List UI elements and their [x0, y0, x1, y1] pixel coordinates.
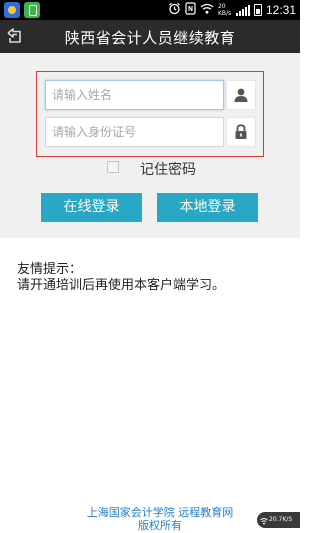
remember-password-label: 记住密码 — [140, 162, 196, 178]
system-icons: 20 KB/s 12:31 — [168, 0, 296, 20]
data-speed-text: 20 KB/s — [217, 3, 232, 17]
clock: 12:31 — [265, 3, 296, 17]
credentials-group — [36, 71, 264, 157]
wifi-icon — [260, 516, 268, 525]
name-input[interactable] — [45, 80, 224, 110]
name-row — [45, 80, 256, 110]
remember-password-checkbox[interactable] — [107, 161, 119, 173]
page-title: 陕西省会计人员继续教育 — [64, 29, 236, 47]
network-speed-widget[interactable]: 20.7K/S — [257, 512, 300, 528]
signal-icon — [235, 4, 250, 16]
nfc-icon — [185, 2, 196, 18]
battery-icon — [253, 4, 262, 16]
status-bar: 20 KB/s 12:31 — [0, 0, 300, 20]
remember-password-row: 记住密码 — [0, 157, 300, 179]
tips-title: 友情提示： — [17, 262, 83, 277]
alarm-icon — [168, 2, 181, 18]
login-panel: 记住密码 在线登录 本地登录 — [0, 53, 300, 238]
app-header: 陕西省会计人员继续教育 — [0, 20, 300, 53]
app-icon — [24, 2, 40, 18]
id-number-input[interactable] — [45, 117, 224, 147]
local-login-button[interactable]: 本地登录 — [157, 193, 258, 222]
tips-section: 友情提示： 请开通培训后再使用本客户端学习。 — [17, 262, 225, 294]
tips-text: 请开通培训后再使用本客户端学习。 — [17, 278, 226, 293]
online-login-button[interactable]: 在线登录 — [41, 193, 142, 222]
app-icon — [4, 2, 20, 18]
user-icon — [226, 80, 256, 110]
wifi-icon — [200, 3, 214, 17]
id-row — [45, 117, 256, 147]
network-speed-text: 20.7K/S — [269, 516, 293, 523]
notification-icons — [4, 2, 40, 18]
lock-icon — [226, 117, 256, 147]
